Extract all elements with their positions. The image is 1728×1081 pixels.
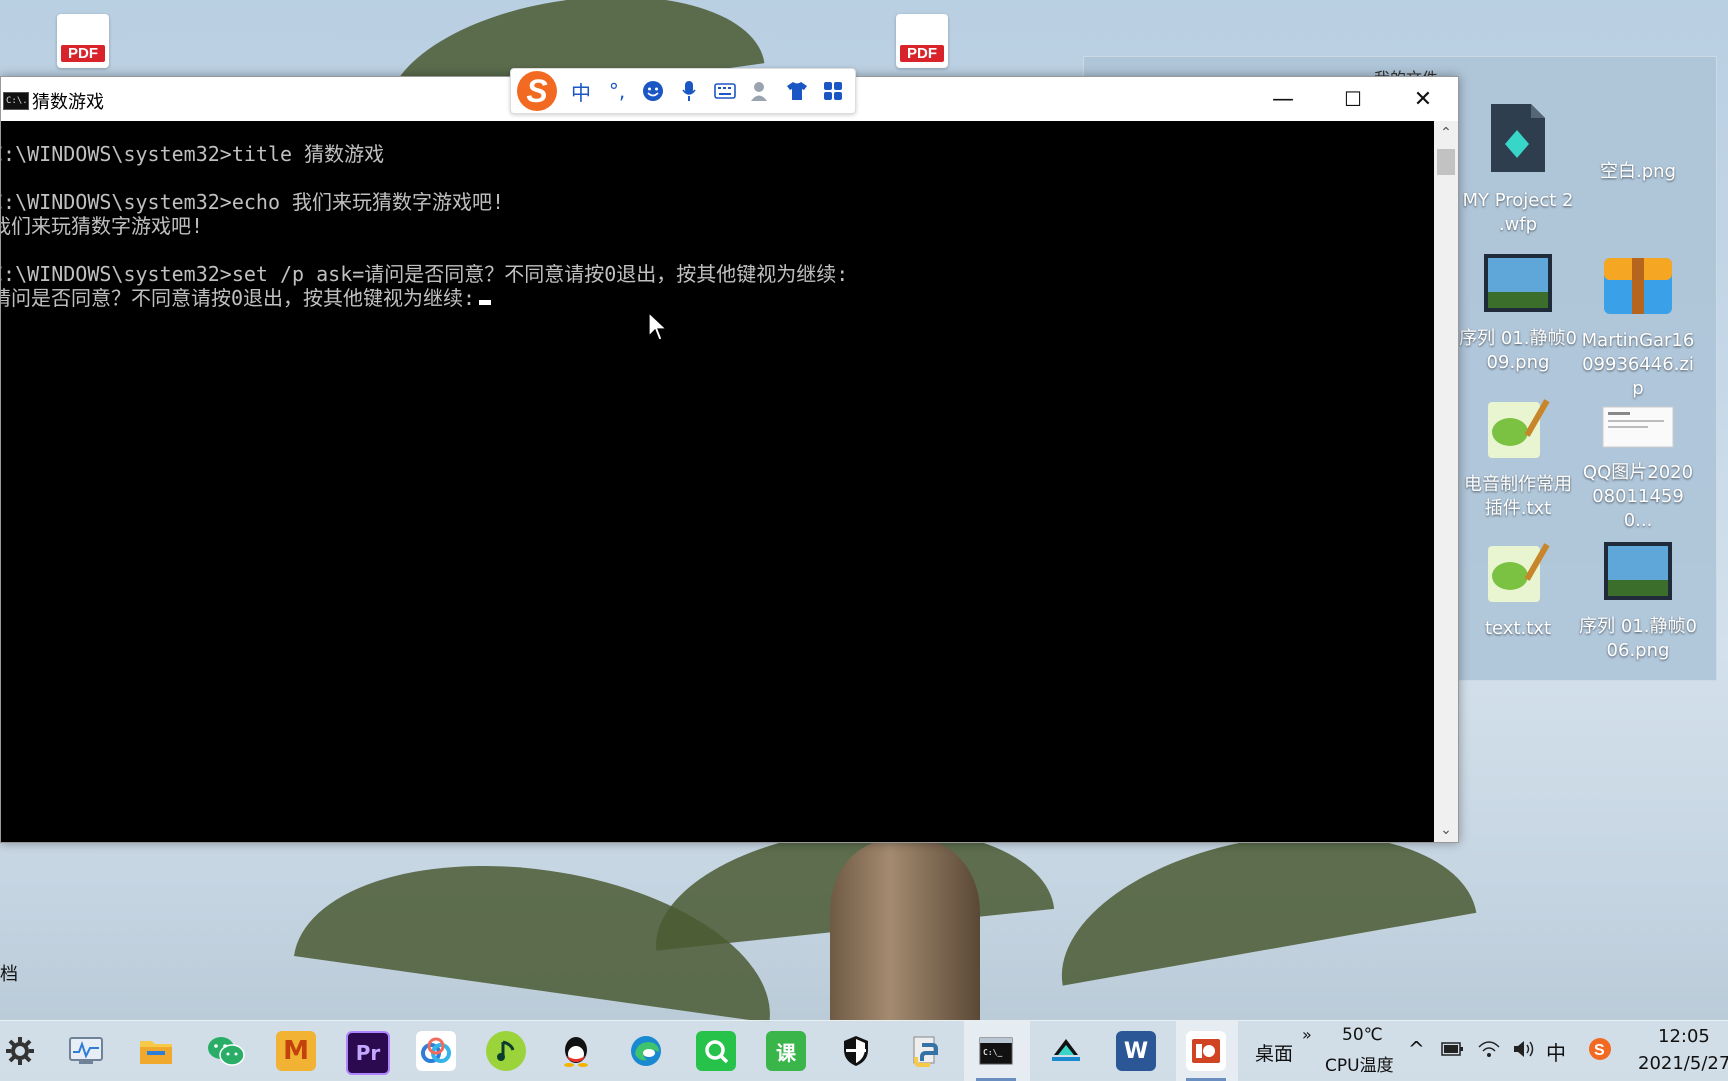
network-icon[interactable] xyxy=(1477,1039,1501,1064)
qq-icon[interactable] xyxy=(556,1031,596,1071)
close-button[interactable]: ✕ xyxy=(1388,77,1458,121)
keyboard-icon[interactable] xyxy=(713,79,737,103)
edge-icon[interactable] xyxy=(626,1031,666,1071)
mplus-icon[interactable]: M xyxy=(276,1031,316,1071)
cpu-temperature-label: CPU温度 xyxy=(1325,1056,1394,1076)
window-title: 猜数游戏 xyxy=(32,92,104,113)
security-icon[interactable] xyxy=(836,1031,876,1071)
filmora-project-icon xyxy=(1491,104,1545,172)
filmora-icon[interactable] xyxy=(1046,1031,1086,1071)
console-prompt-text: 请问是否同意？不同意请按0退出，按其他键视为继续: xyxy=(1,286,476,310)
file-label: 电音制作常用插件.txt xyxy=(1464,474,1572,519)
file-label: MartinGar1609936446.zip xyxy=(1581,330,1695,399)
console-icon[interactable]: C:\_ xyxy=(976,1031,1016,1071)
user-icon[interactable] xyxy=(749,79,773,103)
svg-text:C:\_: C:\_ xyxy=(983,1048,1002,1057)
file-label: QQ图片2020080114590... xyxy=(1582,462,1694,531)
ime-mode-toggle[interactable]: 中 xyxy=(569,79,593,105)
file-label: 序列 01.静帧006.png xyxy=(1579,616,1697,661)
file-label: MY Project 2 .wfp xyxy=(1462,190,1574,235)
show-hidden-icons-icon[interactable]: ^ xyxy=(1408,1037,1425,1061)
ime-toolbar[interactable]: S 中 °, xyxy=(510,68,856,114)
scroll-up-icon[interactable]: ⌃ xyxy=(1434,121,1458,145)
minimize-button[interactable]: — xyxy=(1248,77,1318,121)
pdf-label: PDF xyxy=(900,45,944,62)
volume-icon[interactable] xyxy=(1512,1039,1536,1064)
palm-trunk xyxy=(830,840,980,1020)
sogou-logo-icon[interactable]: S xyxy=(517,71,557,111)
battery-icon[interactable] xyxy=(1440,1039,1464,1064)
ime-punctuation-toggle[interactable]: °, xyxy=(605,79,629,103)
settings-icon[interactable] xyxy=(0,1031,40,1071)
console-output[interactable]: C:\WINDOWS\system32>title 猜数游戏 C:\WINDOW… xyxy=(1,121,1434,842)
console-window[interactable]: C:\. 猜数游戏 — ☐ ✕ C:\WINDOWS\system32>titl… xyxy=(0,76,1459,843)
file-label: 序列 01.静帧009.png xyxy=(1459,328,1577,373)
console-line: C:\WINDOWS\system32>set /p ask=请问是否同意？不同… xyxy=(1,262,849,286)
palm-frond xyxy=(293,837,787,1023)
image-thumbnail-icon xyxy=(1484,254,1552,312)
notepad-plus-icon xyxy=(1488,399,1550,458)
desktop-file[interactable]: 序列 01.静帧006.png xyxy=(1578,540,1698,663)
file-label: text.txt xyxy=(1484,618,1551,639)
python-icon[interactable] xyxy=(906,1031,946,1071)
input-language-indicator[interactable]: 中 xyxy=(1546,1037,1566,1066)
desktop-file[interactable]: 电音制作常用插件.txt xyxy=(1458,396,1578,521)
clock-date[interactable]: 2021/5/27 xyxy=(1638,1053,1728,1074)
clock-time[interactable]: 12:05 xyxy=(1658,1026,1710,1047)
skin-icon[interactable] xyxy=(785,79,809,103)
microphone-icon[interactable] xyxy=(677,79,701,103)
desktop-file[interactable]: MartinGar1609936446.zip xyxy=(1578,252,1698,401)
console-scrollbar[interactable]: ⌃ ⌄ xyxy=(1434,121,1458,842)
task-manager-icon[interactable] xyxy=(66,1031,106,1071)
pdf-label: PDF xyxy=(61,45,105,62)
scroll-thumb[interactable] xyxy=(1437,149,1455,175)
mouse-pointer-icon xyxy=(648,312,668,341)
console-app-icon[interactable]: C:\. xyxy=(3,92,29,110)
taskbar: M Pr 课 C:\_ W 桌面 » 50℃ CPU温度 ^ 中 S 12:05… xyxy=(0,1020,1728,1081)
desktop-file[interactable]: 序列 01.静帧009.png xyxy=(1458,252,1578,375)
pdf-file-icon[interactable]: PDF xyxy=(896,14,948,68)
console-prompt-line: 请问是否同意？不同意请按0退出，按其他键视为继续: xyxy=(1,286,1434,310)
desktop-toolbar-label[interactable]: 桌面 xyxy=(1255,1039,1293,1066)
console-line: C:\WINDOWS\system32>title 猜数游戏 xyxy=(1,142,385,166)
file-explorer-icon[interactable] xyxy=(136,1031,176,1071)
desktop-file[interactable]: MY Project 2 .wfp xyxy=(1458,100,1578,237)
svg-text:S: S xyxy=(1594,1042,1605,1059)
scroll-down-icon[interactable]: ⌄ xyxy=(1434,818,1458,842)
course-icon[interactable]: 课 xyxy=(766,1031,806,1071)
pdf-file-icon[interactable]: PDF xyxy=(57,14,109,68)
console-line: C:\WINDOWS\system32>echo 我们来玩猜数字游戏吧! xyxy=(1,190,505,214)
word-icon[interactable]: W xyxy=(1116,1031,1156,1071)
baidu-netdisk-icon[interactable] xyxy=(416,1031,456,1071)
desktop-file[interactable]: text.txt xyxy=(1458,540,1578,641)
desktop-file[interactable]: QQ图片2020080114590... xyxy=(1578,406,1698,533)
notepad-plus-icon xyxy=(1488,543,1550,602)
console-line: 我们来玩猜数字游戏吧! xyxy=(1,214,204,238)
file-label: 空白.png xyxy=(1600,161,1676,182)
maximize-button[interactable]: ☐ xyxy=(1318,77,1388,121)
image-thumbnail-icon xyxy=(1602,406,1674,448)
music-icon[interactable] xyxy=(486,1031,526,1071)
iqiyi-icon[interactable] xyxy=(696,1031,736,1071)
wechat-icon[interactable] xyxy=(206,1031,246,1071)
cpu-temperature: 50℃ xyxy=(1342,1025,1383,1045)
emoji-icon[interactable] xyxy=(641,79,665,103)
zip-archive-icon xyxy=(1604,258,1672,314)
sogou-tray-icon[interactable]: S xyxy=(1588,1037,1612,1066)
premiere-icon[interactable]: Pr xyxy=(346,1031,390,1075)
text-cursor xyxy=(479,300,492,305)
image-thumbnail-icon xyxy=(1604,542,1672,600)
powerpoint-icon[interactable] xyxy=(1186,1031,1226,1071)
toolbox-icon[interactable] xyxy=(821,79,845,103)
desktop-edge-label: 档 xyxy=(0,964,18,985)
toolbar-expand-icon[interactable]: » xyxy=(1302,1025,1312,1044)
desktop-file[interactable]: 空白.png xyxy=(1578,160,1698,184)
